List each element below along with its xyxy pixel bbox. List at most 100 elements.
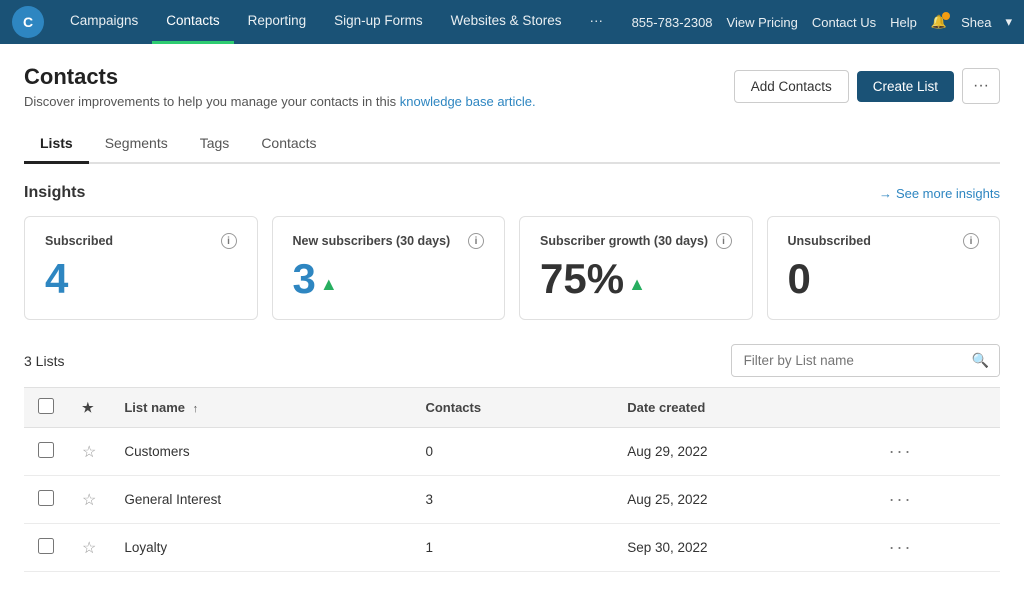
insights-header: Insights → See more insights [24,184,1000,202]
th-date-created: Date created [613,388,874,428]
contacts-table: ★ List name ↑ Contacts Date created [24,387,1000,572]
app-logo: C [12,6,44,38]
td-list-name-2[interactable]: General Interest [110,476,411,524]
page-subtitle: Discover improvements to help you manage… [24,94,536,109]
star-header-icon: ★ [82,400,94,415]
td-checkbox-3 [24,524,68,572]
td-contacts-1: 0 [411,428,613,476]
page-header: Contacts Discover improvements to help y… [24,64,1000,109]
th-contacts: Contacts [411,388,613,428]
td-star-3[interactable]: ☆ [68,524,110,572]
table-header: ★ List name ↑ Contacts Date created [24,388,1000,428]
insight-card-new-subscribers: New subscribers (30 days) i 3 ▲ [272,216,506,320]
nav-item-websites[interactable]: Websites & Stores [437,0,576,44]
nav-item-signupforms[interactable]: Sign-up Forms [320,0,437,44]
td-date-3: Sep 30, 2022 [613,524,874,572]
th-star: ★ [68,388,110,428]
see-more-insights-link[interactable]: → See more insights [879,186,1000,201]
th-checkbox [24,388,68,428]
table-row: ☆ Customers 0 Aug 29, 2022 ··· [24,428,1000,476]
filter-input[interactable] [732,346,962,375]
td-actions-1[interactable]: ··· [875,428,1000,476]
nav-user-chevron-icon[interactable]: ▾ [1005,14,1012,30]
info-icon-growth[interactable]: i [716,233,732,249]
table-row: ☆ Loyalty 1 Sep 30, 2022 ··· [24,524,1000,572]
td-actions-3[interactable]: ··· [875,524,1000,572]
nav-user[interactable]: Shea [961,15,991,30]
nav-bell-icon[interactable]: 🔔 [931,14,947,30]
td-list-name-1[interactable]: Customers [110,428,411,476]
td-date-2: Aug 25, 2022 [613,476,874,524]
row-checkbox-2[interactable] [38,490,54,506]
row-actions-icon-3[interactable]: ··· [889,537,913,557]
star-icon-row3[interactable]: ☆ [82,540,96,557]
td-date-1: Aug 29, 2022 [613,428,874,476]
select-all-checkbox[interactable] [38,398,54,414]
th-actions [875,388,1000,428]
row-checkbox-1[interactable] [38,442,54,458]
insight-cards: Subscribed i 4 New subscribers (30 days)… [24,216,1000,320]
nav-right: 855-783-2308 View Pricing Contact Us Hel… [632,14,1012,30]
row-actions-icon-2[interactable]: ··· [889,489,913,509]
growth-value: 75% ▲ [540,255,732,303]
tab-segments[interactable]: Segments [89,125,184,164]
add-contacts-button[interactable]: Add Contacts [734,70,849,103]
nav-item-campaigns[interactable]: Campaigns [56,0,152,44]
nav-phone: 855-783-2308 [632,15,713,30]
row-actions-icon-1[interactable]: ··· [889,441,913,461]
tab-lists[interactable]: Lists [24,125,89,164]
header-actions: Add Contacts Create List ··· [734,68,1000,104]
td-checkbox-2 [24,476,68,524]
up-arrow-icon: ▲ [320,274,338,295]
new-subscribers-value: 3 ▲ [293,255,485,303]
star-icon-row2[interactable]: ☆ [82,492,96,509]
page-title: Contacts [24,64,536,90]
insight-card-growth: Subscriber growth (30 days) i 75% ▲ [519,216,753,320]
insight-card-unsubscribed: Unsubscribed i 0 [767,216,1001,320]
subscribed-value: 4 [45,255,237,303]
td-list-name-3[interactable]: Loyalty [110,524,411,572]
nav-items: Campaigns Contacts Reporting Sign-up For… [56,0,632,44]
search-icon[interactable]: 🔍 [962,345,999,376]
td-actions-2[interactable]: ··· [875,476,1000,524]
list-header: 3 Lists 🔍 [24,344,1000,377]
nav-item-contacts[interactable]: Contacts [152,0,233,44]
td-checkbox-1 [24,428,68,476]
filter-container: 🔍 [731,344,1000,377]
th-list-name[interactable]: List name ↑ [110,388,411,428]
nav-item-reporting[interactable]: Reporting [234,0,321,44]
knowledge-base-link[interactable]: knowledge base article. [400,94,536,109]
create-list-button[interactable]: Create List [857,71,954,102]
list-count: 3 Lists [24,353,64,369]
arrow-right-icon: → [879,186,892,201]
tabs: Lists Segments Tags Contacts [24,125,1000,164]
star-icon-row1[interactable]: ☆ [82,444,96,461]
unsubscribed-value: 0 [788,255,980,303]
td-contacts-3: 1 [411,524,613,572]
up-arrow-growth-icon: ▲ [628,274,646,295]
insights-title: Insights [24,184,85,202]
top-navigation: C Campaigns Contacts Reporting Sign-up F… [0,0,1024,44]
td-star-2[interactable]: ☆ [68,476,110,524]
insight-card-subscribed: Subscribed i 4 [24,216,258,320]
page-content: Contacts Discover improvements to help y… [0,44,1024,592]
nav-view-pricing[interactable]: View Pricing [727,15,798,30]
info-icon-subscribed[interactable]: i [221,233,237,249]
td-star-1[interactable]: ☆ [68,428,110,476]
nav-contact-us[interactable]: Contact Us [812,15,876,30]
sort-icon: ↑ [193,403,199,415]
table-row: ☆ General Interest 3 Aug 25, 2022 ··· [24,476,1000,524]
info-icon-new-subscribers[interactable]: i [468,233,484,249]
page-title-block: Contacts Discover improvements to help y… [24,64,536,109]
header-more-button[interactable]: ··· [962,68,1000,104]
info-icon-unsubscribed[interactable]: i [963,233,979,249]
nav-item-more[interactable]: ··· [575,0,617,44]
td-contacts-2: 3 [411,476,613,524]
bell-notification-dot [942,12,950,20]
table-body: ☆ Customers 0 Aug 29, 2022 ··· ☆ General… [24,428,1000,572]
row-checkbox-3[interactable] [38,538,54,554]
nav-help[interactable]: Help [890,15,917,30]
lists-section: 3 Lists 🔍 ★ List name ↑ [24,344,1000,572]
tab-tags[interactable]: Tags [184,125,246,164]
tab-contacts[interactable]: Contacts [245,125,332,164]
